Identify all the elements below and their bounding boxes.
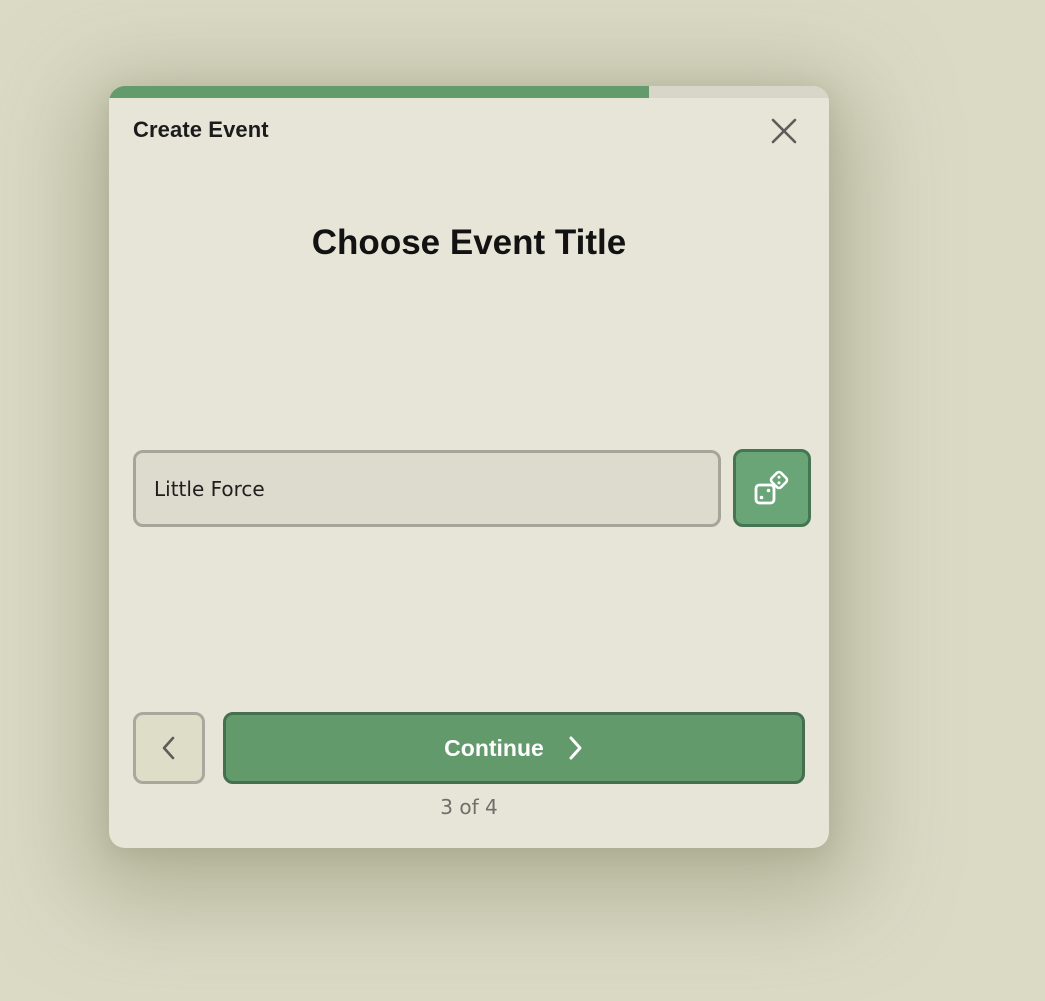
dice-icon [754, 470, 789, 505]
chevron-left-icon [162, 736, 175, 760]
close-icon [771, 118, 797, 144]
progress-bar [109, 86, 829, 98]
chevron-right-icon [569, 736, 582, 760]
modal-title: Create Event [133, 117, 269, 142]
step-heading: Choose Event Title [311, 223, 627, 262]
event-title-input[interactable] [133, 450, 721, 527]
randomize-title-button[interactable] [733, 449, 811, 527]
continue-label: Continue [444, 734, 544, 761]
progress-bar-fill [109, 86, 649, 98]
step-counter: 3 of 4 [440, 795, 498, 819]
continue-button[interactable]: Continue [223, 712, 805, 784]
create-event-modal: Create Event Choose Event Title Conti [109, 86, 829, 848]
back-button[interactable] [133, 712, 205, 784]
close-button[interactable] [765, 114, 803, 148]
